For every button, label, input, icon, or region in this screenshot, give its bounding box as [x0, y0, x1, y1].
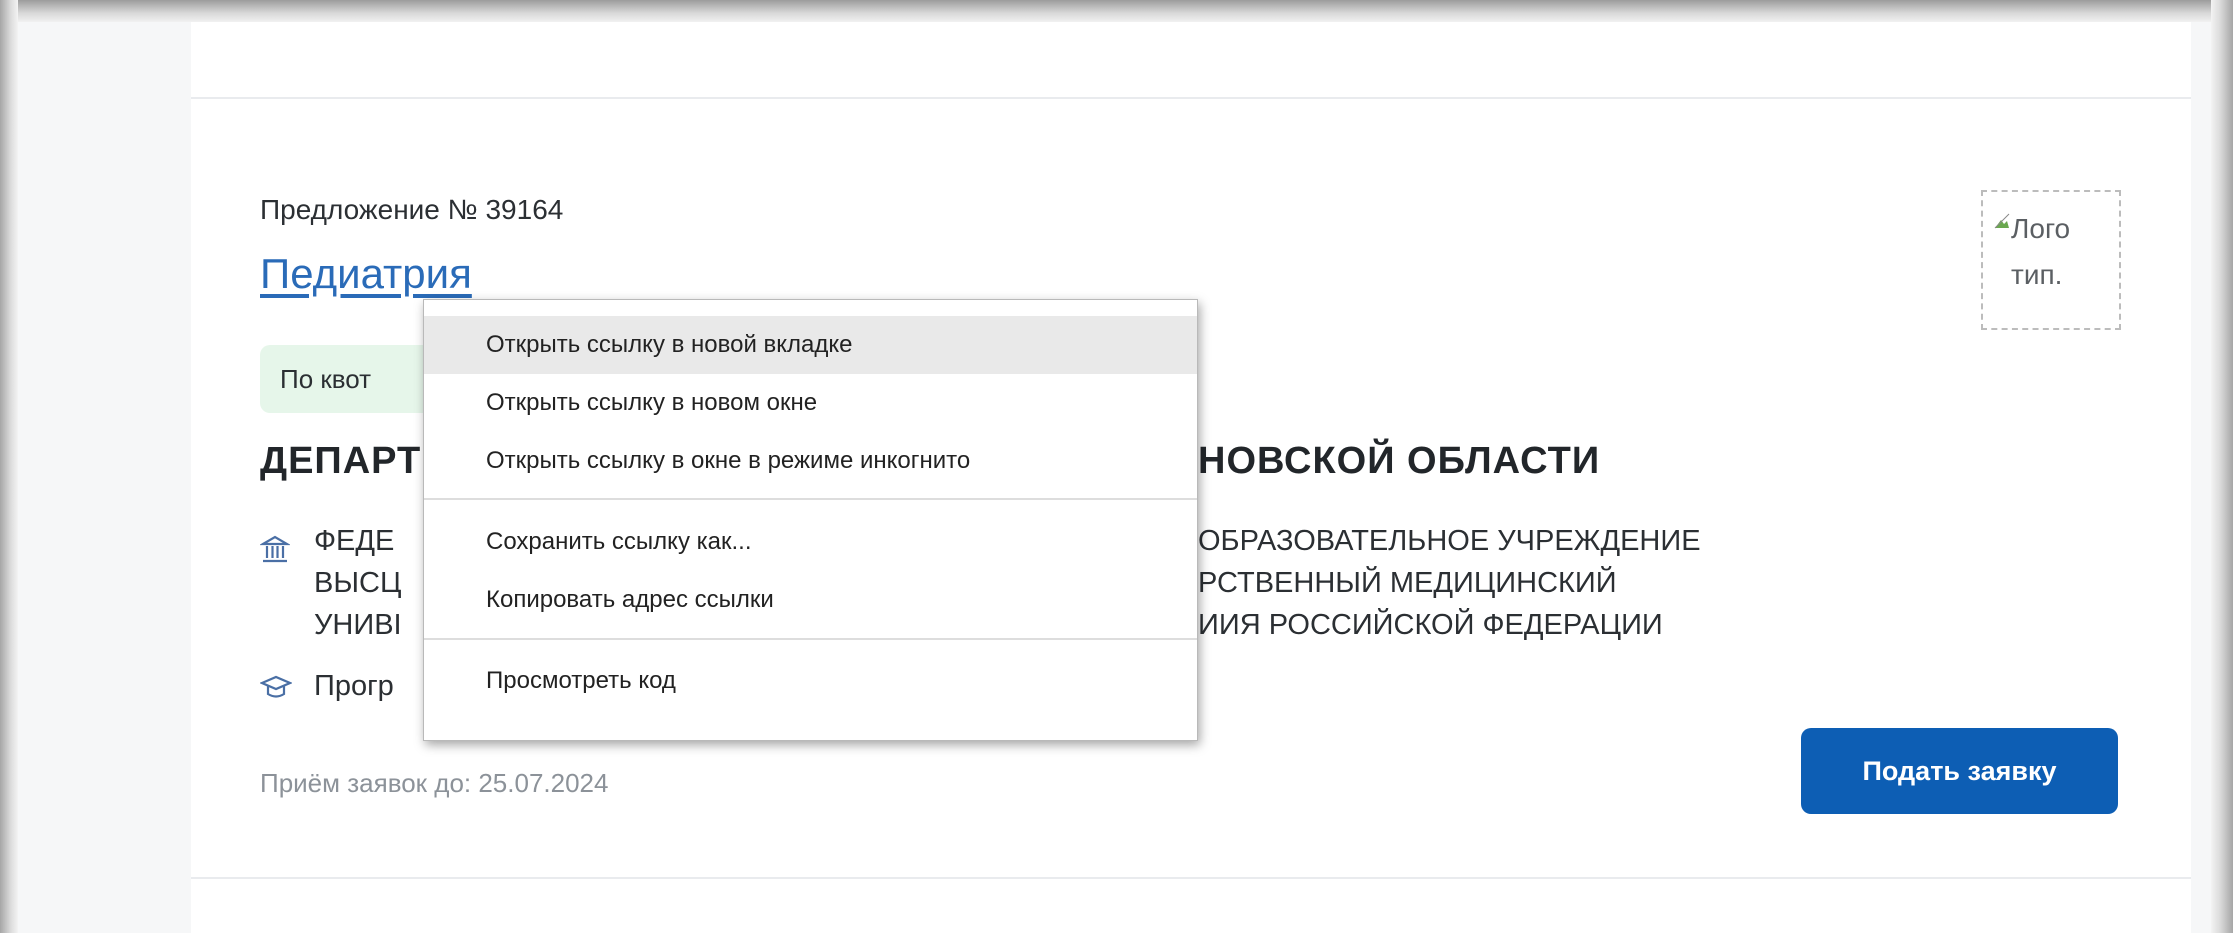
divider-bottom	[191, 877, 2191, 879]
menu-item-open-new-tab[interactable]: Открыть ссылку в новой вкладке	[424, 316, 1197, 374]
organization-line-2-tail: РСТВЕННЫЙ МЕДИЦИНСКИЙ	[1198, 567, 1617, 599]
menu-separator	[424, 498, 1197, 500]
divider-top	[191, 97, 2191, 99]
organization-line-3: УНИВІ	[314, 609, 402, 641]
graduation-cap-icon	[260, 675, 292, 698]
menu-separator	[424, 638, 1197, 640]
menu-item-save-link-as[interactable]: Сохранить ссылку как...	[424, 513, 1197, 571]
department-name-tail: НОВСКОЙ ОБЛАСТИ	[1198, 440, 1601, 482]
organization-line-1: ФЕДЕ	[314, 525, 395, 557]
offer-number: Предложение № 39164	[260, 194, 564, 225]
menu-item-copy-link-address[interactable]: Копировать адрес ссылки	[424, 571, 1197, 629]
organization-logo: Лого тип.	[1981, 190, 2121, 330]
application-deadline: Приём заявок до: 25.07.2024	[260, 768, 609, 798]
organization-line-1-tail: ОБРАЗОВАТЕЛЬНОЕ УЧРЕЖДЕНИЕ	[1198, 525, 1701, 557]
quota-badge-label: По квот	[280, 364, 372, 394]
menu-item-open-new-window[interactable]: Открыть ссылку в новом окне	[424, 374, 1197, 432]
building-columns-icon	[260, 535, 290, 563]
organization-line-2: ВЫСЦ	[314, 567, 402, 599]
logo-alt-text: Лого тип.	[2011, 213, 2071, 290]
program-label: Прогр	[314, 670, 394, 702]
window-frame-right	[2211, 0, 2233, 933]
broken-image-icon	[1994, 213, 2010, 229]
window-frame-left	[0, 0, 18, 933]
organization-line-3-tail: ИИЯ РОССИЙСКОЙ ФЕДЕРАЦИИ	[1198, 609, 1663, 641]
apply-button[interactable]: Подать заявку	[1801, 728, 2118, 814]
offer-title-link[interactable]: Педиатрия	[260, 250, 472, 298]
page: Предложение № 39164 Педиатрия По квот ДЕ…	[18, 22, 2211, 933]
menu-item-open-incognito[interactable]: Открыть ссылку в окне в режиме инкогнито	[424, 432, 1197, 490]
context-menu: Открыть ссылку в новой вкладке Открыть с…	[423, 299, 1198, 741]
window-frame-top	[0, 0, 2233, 22]
department-name: ДЕПАРТ	[260, 440, 422, 482]
menu-item-inspect[interactable]: Просмотреть код	[424, 652, 1197, 710]
